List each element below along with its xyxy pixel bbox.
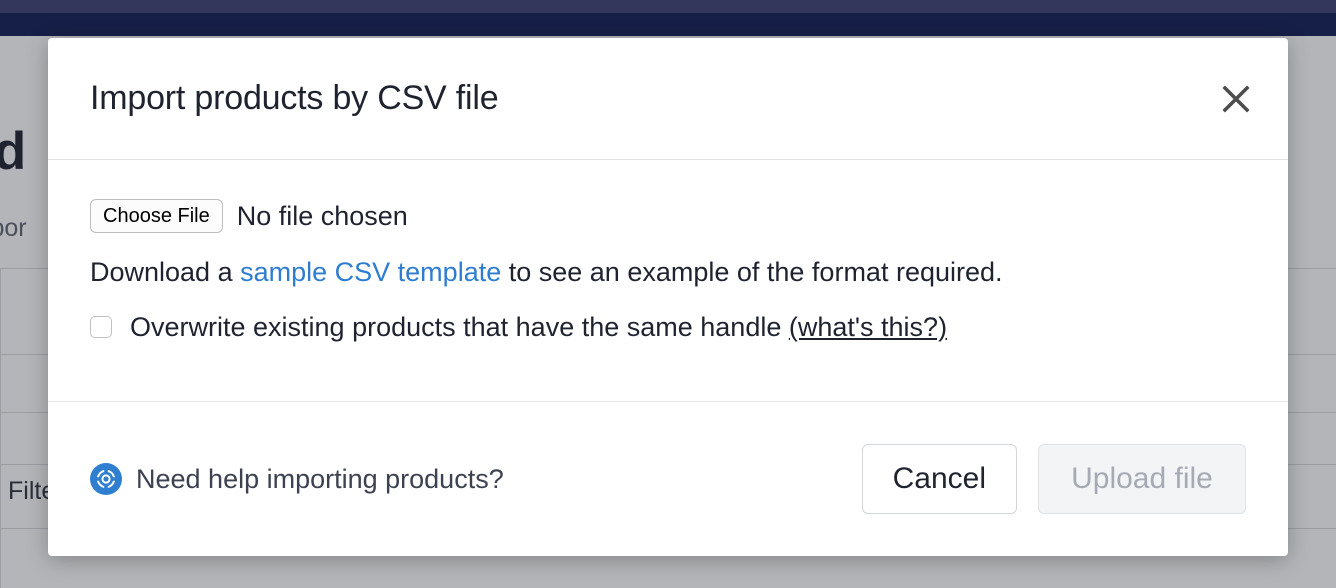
sample-csv-template-link[interactable]: sample CSV template bbox=[240, 257, 501, 287]
import-products-modal: Import products by CSV file Choose File … bbox=[48, 38, 1288, 556]
need-help-link[interactable]: Need help importing products? bbox=[90, 463, 504, 495]
top-bar-upper bbox=[0, 0, 1336, 13]
lifebuoy-icon bbox=[90, 463, 122, 495]
download-suffix-text: to see an example of the format required… bbox=[501, 257, 1003, 287]
overwrite-existing-products-checkbox[interactable] bbox=[90, 316, 112, 339]
overwrite-option-text: Overwrite existing products that have th… bbox=[130, 311, 789, 342]
need-help-text: Need help importing products? bbox=[136, 463, 504, 494]
modal-title: Import products by CSV file bbox=[90, 79, 499, 117]
modal-body: Choose File No file chosen Download a sa… bbox=[48, 160, 1288, 401]
close-icon bbox=[1222, 84, 1250, 113]
background-vertical-divider bbox=[0, 268, 1, 588]
top-bar-lower bbox=[0, 13, 1336, 36]
background-export-label: xpor bbox=[0, 214, 27, 242]
modal-actions: Cancel Upload file bbox=[861, 444, 1246, 514]
upload-file-button[interactable]: Upload file bbox=[1038, 444, 1246, 514]
page-root: od xpor Filte Product Inventory Import p… bbox=[0, 0, 1336, 588]
choose-file-button[interactable]: Choose File bbox=[90, 199, 223, 233]
file-status-text: No file chosen bbox=[236, 200, 408, 231]
download-template-line: Download a sample CSV template to see an… bbox=[90, 256, 1246, 290]
overwrite-option-row: Overwrite existing products that have th… bbox=[90, 312, 1246, 343]
whats-this-link[interactable]: (what's this?) bbox=[789, 312, 947, 342]
file-input-row: Choose File No file chosen bbox=[90, 198, 1246, 234]
overwrite-option-label: Overwrite existing products that have th… bbox=[130, 312, 947, 343]
cancel-button[interactable]: Cancel bbox=[861, 444, 1017, 514]
modal-footer: Need help importing products? Cancel Upl… bbox=[48, 401, 1288, 556]
download-prefix-text: Download a bbox=[90, 257, 241, 287]
close-button[interactable] bbox=[1214, 77, 1258, 121]
modal-header: Import products by CSV file bbox=[48, 38, 1288, 160]
background-page-title: od bbox=[0, 122, 26, 181]
